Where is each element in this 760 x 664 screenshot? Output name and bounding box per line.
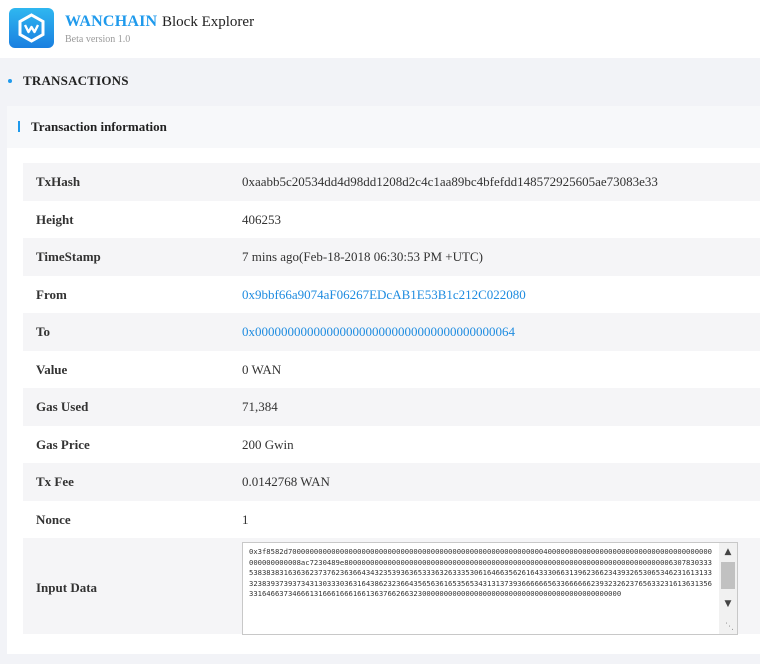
field-label: Height [36, 211, 74, 227]
scroll-down-icon[interactable]: ▼ [719, 597, 737, 611]
field-label: Nonce [36, 511, 71, 527]
input-data-text: 0x3f8582d7000000000000000000000000000000… [249, 547, 713, 599]
nonce-value: 1 [242, 511, 249, 527]
row-gas-used: Gas Used 71,384 [23, 388, 760, 426]
field-label: To [36, 324, 50, 339]
wanchain-logo-icon[interactable] [9, 8, 54, 48]
scrollbar[interactable]: ▲ ▼ [719, 543, 737, 634]
details-table: TxHash 0xaabb5c20534dd4d98dd1208d2c4c1aa… [23, 163, 760, 635]
field-label: Tx Fee [36, 474, 74, 489]
timestamp-value: 7 mins ago(Feb-18-2018 06:30:53 PM +UTC) [242, 249, 483, 264]
field-label: Value [36, 361, 68, 377]
bullet-icon [8, 79, 12, 83]
row-input-data: Input Data 0x3f8582d70000000000000000000… [23, 538, 760, 635]
row-nonce: Nonce 1 [23, 501, 760, 539]
gas-price-value: 200 Gwin [242, 436, 294, 452]
field-label: TxHash [36, 174, 81, 189]
txhash-value: 0xaabb5c20534dd4d98dd1208d2c4c1aa89bc4bf… [242, 174, 658, 189]
row-timestamp: TimeStamp 7 mins ago(Feb-18-2018 06:30:5… [23, 238, 760, 276]
header: WANCHAIN Block Explorer Beta version 1.0 [0, 0, 760, 58]
brand-name[interactable]: WANCHAIN [65, 13, 157, 31]
scroll-thumb[interactable] [721, 562, 735, 589]
row-tx-fee: Tx Fee 0.0142768 WAN [23, 463, 760, 501]
card-title: Transaction information [31, 119, 167, 134]
section-title: TRANSACTIONS [23, 73, 129, 88]
scroll-up-icon[interactable]: ▲ [719, 545, 737, 559]
tx-fee-value: 0.0142768 WAN [242, 474, 330, 489]
version-label: Beta version 1.0 [65, 34, 131, 45]
to-address-link[interactable]: 0x00000000000000000000000000000000000000… [242, 324, 515, 340]
field-label: Gas Used [36, 399, 89, 414]
section-header: TRANSACTIONS [0, 68, 760, 94]
field-label: Input Data [36, 580, 98, 595]
field-label: From [36, 286, 67, 302]
row-gas-price: Gas Price 200 Gwin [23, 426, 760, 464]
app-subtitle: Block Explorer [162, 14, 255, 30]
field-label: Gas Price [36, 436, 90, 452]
row-from: From 0x9bbf66a9074aF06267EDcAB1E53B1c212… [23, 276, 760, 314]
height-value: 406253 [242, 211, 281, 227]
field-label: TimeStamp [36, 249, 101, 264]
value-amount: 0 WAN [242, 361, 282, 377]
from-address-link[interactable]: 0x9bbf66a9074aF06267EDcAB1E53B1c212C0220… [242, 287, 526, 303]
resize-handle-icon[interactable]: ⋱ [725, 622, 735, 632]
transaction-card: Transaction information TxHash 0xaabb5c2… [7, 106, 760, 654]
row-value: Value 0 WAN [23, 351, 760, 389]
row-height: Height 406253 [23, 201, 760, 239]
card-header: Transaction information [7, 106, 760, 148]
row-to: To 0x00000000000000000000000000000000000… [23, 313, 760, 351]
title-bar-icon [18, 121, 20, 132]
input-data-textarea[interactable]: 0x3f8582d7000000000000000000000000000000… [242, 542, 738, 635]
gas-used-value: 71,384 [242, 399, 278, 414]
row-txhash: TxHash 0xaabb5c20534dd4d98dd1208d2c4c1aa… [23, 163, 760, 201]
